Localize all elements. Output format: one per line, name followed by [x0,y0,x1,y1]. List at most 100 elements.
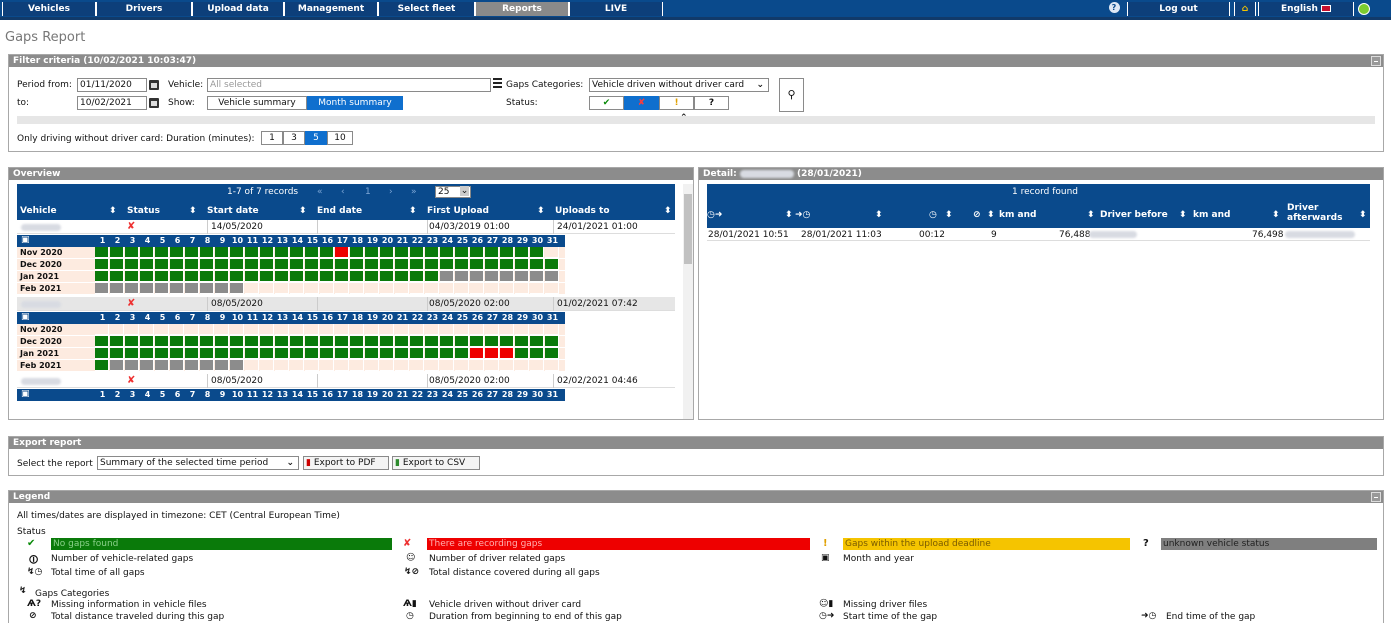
day-cell[interactable] [350,360,364,371]
status-unknown-toggle[interactable]: ? [694,96,729,110]
day-cell[interactable] [530,336,544,347]
col-uploads-to[interactable]: Uploads to [555,206,610,216]
day-cell[interactable] [395,324,409,335]
col-end-time[interactable]: ➜◷ [795,210,810,220]
day-cell[interactable] [380,259,394,270]
day-cell[interactable] [140,283,154,294]
day-cell[interactable] [170,283,184,294]
day-cell[interactable] [500,283,514,294]
sort-icon[interactable]: ⬍ [1272,210,1280,220]
day-cell[interactable] [95,348,109,359]
day-cell[interactable] [515,348,529,359]
day-cell[interactable] [125,283,139,294]
day-cell[interactable] [215,259,229,270]
day-cell[interactable] [335,336,349,347]
period-from-input[interactable]: 01/11/2020 [77,78,147,92]
day-cell[interactable] [485,336,499,347]
day-cell[interactable] [155,271,169,282]
day-cell[interactable] [320,283,334,294]
page-size-select[interactable]: 25 ⌄ [435,186,471,198]
day-cell[interactable] [530,283,544,294]
day-cell[interactable] [110,247,124,258]
day-cell[interactable] [545,360,559,371]
day-cell[interactable] [410,324,424,335]
day-cell[interactable] [350,259,364,270]
day-cell[interactable] [500,271,514,282]
day-cell[interactable] [380,348,394,359]
day-cell[interactable] [200,271,214,282]
day-cell[interactable] [110,271,124,282]
day-cell[interactable] [290,336,304,347]
day-cell[interactable] [485,348,499,359]
day-cell[interactable] [440,360,454,371]
day-cell[interactable] [215,336,229,347]
day-cell[interactable] [215,247,229,258]
day-cell[interactable] [170,259,184,270]
day-cell[interactable] [320,324,334,335]
day-cell[interactable] [515,247,529,258]
day-cell[interactable] [425,360,439,371]
overview-scrollbar[interactable] [683,184,693,419]
day-cell[interactable] [215,324,229,335]
period-to-input[interactable]: 10/02/2021 [77,96,147,110]
day-cell[interactable] [365,324,379,335]
day-cell[interactable] [230,360,244,371]
show-vehicle-summary[interactable]: Vehicle summary [207,96,307,110]
day-cell[interactable] [455,336,469,347]
logout-button[interactable]: Log out [1127,2,1230,16]
day-cell[interactable] [500,348,514,359]
day-cell[interactable] [290,283,304,294]
day-cell[interactable] [245,360,259,371]
day-cell[interactable] [470,259,484,270]
sort-icon[interactable]: ⬍ [537,206,545,216]
day-cell[interactable] [260,271,274,282]
day-cell[interactable] [455,360,469,371]
day-cell[interactable] [95,360,109,371]
sort-icon[interactable]: ⬍ [1359,210,1367,220]
day-cell[interactable] [410,336,424,347]
day-cell[interactable] [245,336,259,347]
day-cell[interactable] [305,247,319,258]
day-cell[interactable] [440,259,454,270]
day-cell[interactable] [515,259,529,270]
day-cell[interactable] [425,283,439,294]
duration-10[interactable]: 10 [327,131,353,145]
sort-icon[interactable]: ⬍ [1087,210,1095,220]
day-cell[interactable] [110,360,124,371]
day-cell[interactable] [200,336,214,347]
duration-1[interactable]: 1 [261,131,283,145]
day-cell[interactable] [305,283,319,294]
day-cell[interactable] [275,348,289,359]
day-cell[interactable] [170,336,184,347]
calendar-icon[interactable] [149,98,159,108]
day-cell[interactable] [260,247,274,258]
day-cell[interactable] [500,336,514,347]
day-cell[interactable] [515,360,529,371]
day-cell[interactable] [500,324,514,335]
day-cell[interactable] [215,283,229,294]
sort-icon[interactable]: ⬍ [109,206,117,216]
day-cell[interactable] [380,247,394,258]
day-cell[interactable] [485,271,499,282]
tab-vehicles[interactable]: Vehicles [2,2,96,16]
day-cell[interactable] [545,283,559,294]
day-cell[interactable] [275,324,289,335]
sort-icon[interactable]: ⬍ [299,206,307,216]
day-cell[interactable] [410,247,424,258]
sort-icon[interactable]: ⬍ [785,210,793,220]
day-cell[interactable] [275,336,289,347]
day-cell[interactable] [305,271,319,282]
day-cell[interactable] [200,348,214,359]
day-cell[interactable] [185,360,199,371]
day-cell[interactable] [335,271,349,282]
day-cell[interactable] [305,348,319,359]
day-cell[interactable] [440,247,454,258]
day-cell[interactable] [305,336,319,347]
day-cell[interactable] [350,336,364,347]
day-cell[interactable] [320,259,334,270]
col-driver-before[interactable]: Driver before [1100,210,1168,220]
pagination-prev[interactable]: ‹ [341,187,345,197]
day-cell[interactable] [95,247,109,258]
day-cell[interactable] [170,271,184,282]
day-cell[interactable] [485,360,499,371]
